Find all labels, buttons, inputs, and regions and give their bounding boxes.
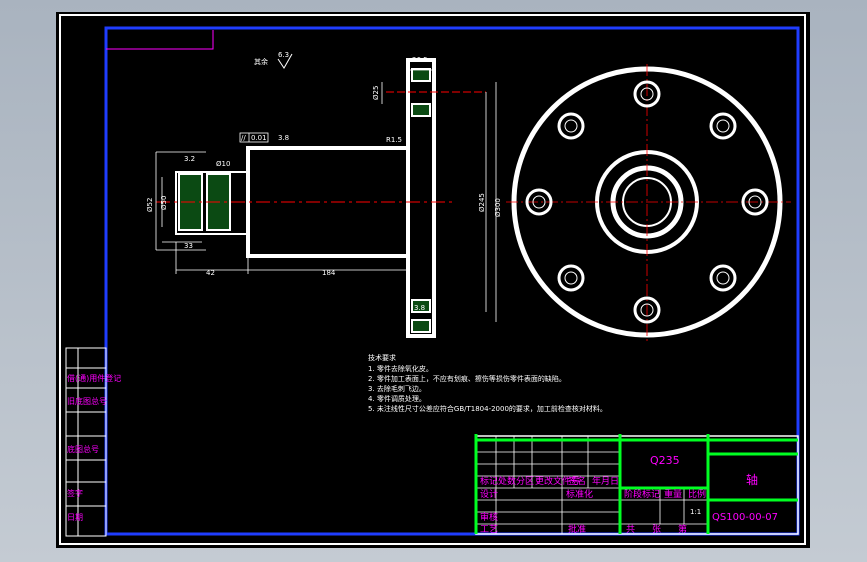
note-1: 1. 零件去除氧化皮。: [368, 364, 433, 373]
side-label-2: 旧底图总号: [67, 396, 107, 406]
dim-184: 184: [322, 269, 336, 277]
sheet-no-label: 第: [678, 523, 687, 535]
dim-phi10: Ø10: [216, 160, 230, 168]
dim-32: 3.2: [184, 155, 195, 163]
note-5: 5. 未注线性尺寸公差应符合GB/T1804-2000的要求，加工前检查核对材料…: [368, 404, 607, 413]
technical-notes: 技术要求 1. 零件去除氧化皮。 2. 零件加工表面上，不应有划痕、擦伤等损伤零…: [368, 353, 607, 413]
note-3: 3. 去除毛刺飞边。: [368, 384, 426, 393]
surface-note-prefix: 其余: [254, 57, 268, 66]
dim-phi50: Ø50: [160, 196, 168, 210]
role-review: 审核: [480, 511, 498, 523]
side-label-3: 底图总号: [67, 444, 99, 454]
role-process: 工艺: [480, 524, 498, 535]
header-cell-2: 处数: [498, 475, 516, 487]
drawing-number: QS100-00-07: [712, 512, 778, 523]
drawing-sheet: 其余 6.3 // 0.01 26.5 Ø25 R1.5 3.2 Ø10 3.8…: [56, 12, 810, 548]
approve-label: 批准: [568, 523, 586, 535]
side-label-5: 日期: [67, 513, 83, 522]
weight-label: 重量: [664, 488, 682, 500]
header-cell-3: 分区: [516, 476, 534, 487]
shaft-section: [175, 58, 436, 338]
dim-25: Ø25: [372, 86, 380, 100]
dim-33: 33: [184, 242, 193, 250]
note-4: 4. 零件调质处理。: [368, 394, 426, 403]
corner-mark: [106, 30, 214, 50]
header-cell-6: 年月日: [592, 475, 619, 487]
scale-label: 比例: [688, 488, 706, 500]
scale-value: 1:1: [690, 508, 701, 516]
part-name: 轴: [746, 472, 758, 487]
dim-265: 26.5: [412, 56, 428, 64]
side-label-1: 借(通)用件登记: [67, 373, 121, 383]
dim-phi300: Ø300: [494, 198, 502, 217]
sheet-total-label: 共: [626, 524, 635, 535]
cad-drawing: 其余 6.3 // 0.01 26.5 Ø25 R1.5 3.2 Ø10 3.8…: [59, 14, 806, 545]
dim-38: 3.8: [278, 134, 289, 142]
stage-mark-label: 阶段标记: [624, 488, 660, 500]
material-value: Q235: [650, 454, 680, 467]
inner-border: [104, 26, 800, 536]
sheet-unit-label: 张: [652, 524, 661, 535]
header-cell-5: 签名: [568, 475, 586, 487]
dim-r15: R1.5: [386, 136, 402, 144]
dim-phi52: Ø52: [146, 198, 154, 212]
side-label-4: 签字: [67, 488, 83, 498]
dim-42: 42: [206, 269, 215, 277]
standardization-label: 标准化: [566, 488, 593, 500]
note-2: 2. 零件加工表面上，不应有划痕、擦伤等损伤零件表面的缺陷。: [368, 374, 566, 383]
tolerance-symbol: //: [241, 134, 246, 142]
tolerance-value: 0.01: [251, 134, 267, 142]
surface-note-value: 6.3: [278, 51, 289, 59]
header-cell-1: 标记: [480, 475, 498, 487]
dim-38b: 3.8: [414, 304, 425, 312]
role-design: 设计: [480, 488, 498, 500]
notes-title: 技术要求: [368, 353, 396, 362]
dim-phi245: Ø245: [478, 193, 486, 212]
